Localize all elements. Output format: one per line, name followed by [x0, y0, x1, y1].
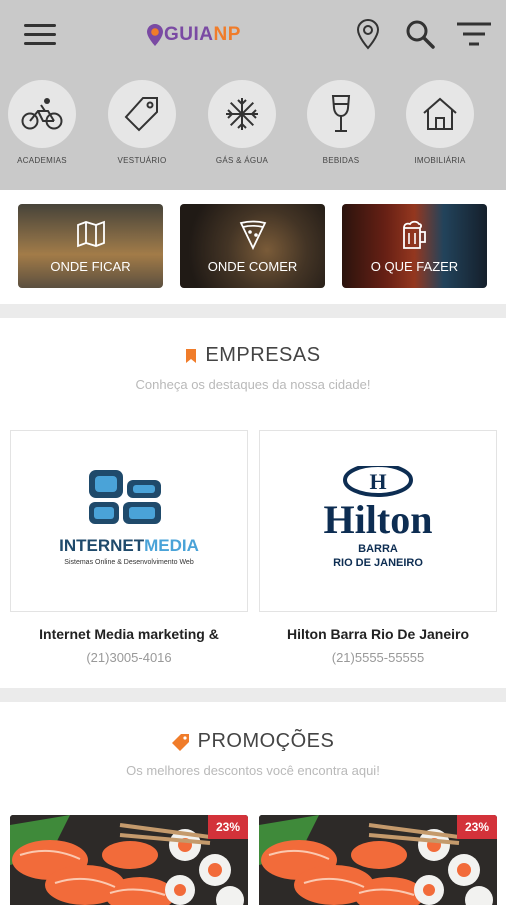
tag-icon — [171, 733, 189, 751]
quick-links: ONDE FICAR ONDE COMER O QUE FAZER — [0, 190, 506, 306]
category-label: VESTUÁRIO — [117, 156, 167, 165]
svg-text:H: H — [369, 469, 386, 494]
quick-link-onde-comer[interactable]: ONDE COMER — [180, 204, 325, 288]
snowflake-icon — [226, 98, 258, 130]
category-circle — [108, 80, 176, 148]
hilton-logo: H Hilton BARRA RIO DE JANEIRO — [324, 466, 433, 569]
top-bar: GUIANP — [0, 0, 506, 70]
category-circle — [208, 80, 276, 148]
quick-link-label: O QUE FAZER — [370, 259, 459, 274]
category-circle — [8, 80, 76, 148]
business-card-hilton[interactable]: H Hilton BARRA RIO DE JANEIRO — [259, 430, 497, 612]
filter-icon[interactable] — [456, 16, 492, 52]
business-name[interactable]: Hilton Barra Rio De Janeiro — [259, 626, 497, 642]
tag-icon — [124, 97, 158, 132]
location-pin-icon[interactable] — [350, 16, 386, 52]
category-circle — [406, 80, 474, 148]
business-phone[interactable]: (21)5555-55555 — [259, 650, 497, 665]
category-label: GÁS & ÁGUA — [215, 156, 269, 165]
internet-media-logo-text: INTERNETMEDIA — [59, 536, 199, 555]
promocoes-subtitle: Os melhores descontos você encontra aqui… — [126, 763, 380, 778]
logo-pin-icon — [147, 24, 163, 46]
search-icon[interactable] — [402, 16, 438, 52]
discount-badge: 23% — [456, 815, 497, 839]
promocoes-title: PROMOÇÕES — [0, 730, 506, 753]
pizza-icon — [239, 220, 266, 250]
house-icon — [423, 97, 457, 130]
bookmark-icon — [186, 348, 197, 363]
business-phone[interactable]: (21)3005-4016 — [10, 650, 248, 665]
internet-media-logo-sub: Sistemas Online & Desenvolvimento Web — [64, 559, 194, 566]
quick-link-o-que-fazer[interactable]: O QUE FAZER — [342, 204, 487, 288]
section-separator — [0, 688, 506, 702]
category-circle — [307, 80, 375, 148]
hilton-logo-sub2: RIO DE JANEIRO — [333, 557, 423, 569]
promo-card[interactable]: 23% — [259, 815, 497, 905]
logo-part1: GUIA — [164, 24, 214, 45]
promo-card[interactable]: 23% — [10, 815, 248, 905]
empresas-title: EMPRESAS — [0, 344, 506, 367]
category-row: ACADEMIAS VESTUÁRIO GÁS & ÁGUA BEBIDAS I… — [0, 80, 506, 180]
quick-link-onde-ficar[interactable]: ONDE FICAR — [18, 204, 163, 288]
business-card-internet-media[interactable]: INTERNETMEDIA Sistemas Online & Desenvol… — [10, 430, 248, 612]
category-imobiliaria[interactable]: IMOBILIÁRIA — [400, 80, 480, 165]
logo-text: GUIANP — [164, 24, 241, 46]
bicycle-icon — [21, 98, 63, 130]
discount-badge: 23% — [207, 815, 248, 839]
quick-link-label: ONDE FICAR — [50, 259, 131, 274]
app-header: GUIANP ACADEMIAS VESTUÁRIO GÁS & ÁGUA BE… — [0, 0, 506, 190]
internet-media-logo: INTERNETMEDIA Sistemas Online & Desenvol… — [59, 470, 199, 566]
category-label: BEBIDAS — [322, 156, 360, 165]
quick-link-label: ONDE COMER — [207, 259, 298, 274]
hamburger-menu-icon[interactable] — [24, 22, 56, 48]
category-gas-agua[interactable]: GÁS & ÁGUA — [202, 80, 282, 165]
map-icon — [76, 220, 105, 248]
app-logo: GUIANP — [146, 20, 241, 50]
section-separator — [0, 304, 506, 318]
wine-glass-icon — [331, 95, 351, 132]
category-bebidas[interactable]: BEBIDAS — [301, 80, 381, 165]
promocoes-title-text: PROMOÇÕES — [197, 730, 335, 752]
category-label: IMOBILIÁRIA — [414, 156, 466, 165]
category-vestuario[interactable]: VESTUÁRIO — [102, 80, 182, 165]
category-label: ACADEMIAS — [17, 156, 67, 165]
empresas-subtitle: Conheça os destaques da nossa cidade! — [135, 377, 371, 392]
hilton-logo-text: Hilton — [324, 497, 433, 542]
beer-icon — [402, 220, 426, 249]
logo-part2: NP — [213, 24, 241, 45]
hilton-logo-sub1: BARRA — [358, 543, 398, 555]
business-name[interactable]: Internet Media marketing & — [10, 626, 248, 642]
category-academias[interactable]: ACADEMIAS — [2, 80, 82, 165]
empresas-title-text: EMPRESAS — [205, 344, 321, 366]
